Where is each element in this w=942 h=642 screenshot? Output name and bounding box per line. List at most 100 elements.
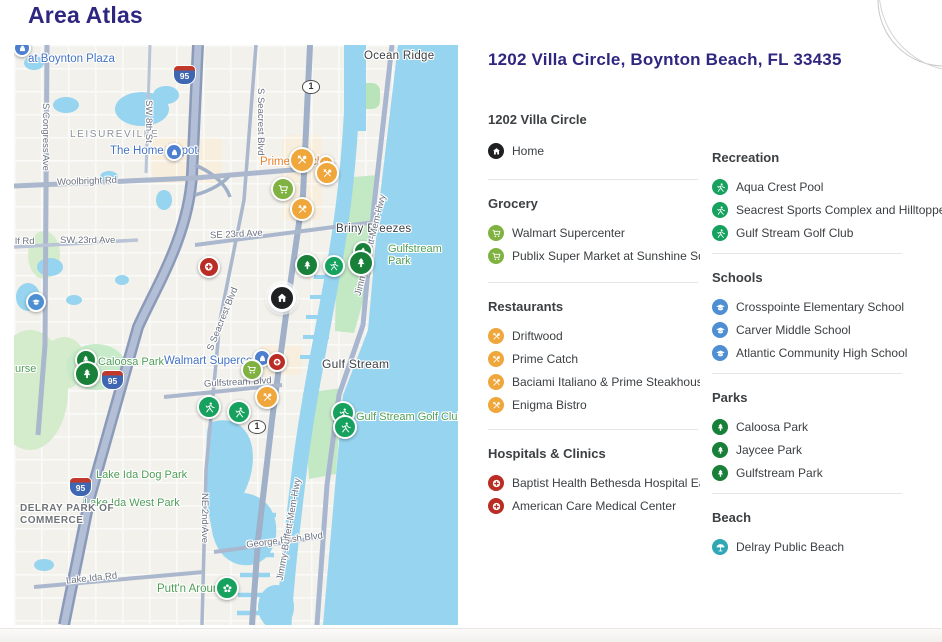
map-marker-home[interactable] — [268, 284, 296, 312]
map-label-s-seacrest-blvd: S Seacrest Blvd — [255, 88, 266, 156]
map-marker-recreation[interactable] — [323, 255, 345, 277]
legend-item-home[interactable]: Home — [488, 141, 700, 161]
section-title-hospitals: Hospitals & Clinics — [488, 446, 700, 461]
map-label-home-depot: The Home Depot — [110, 145, 198, 157]
map-marker-park[interactable] — [74, 361, 100, 387]
legend-item-restaurant[interactable]: Prime Catch — [488, 349, 700, 369]
legend-item-label: Enigma Bistro — [512, 398, 587, 412]
home-icon — [275, 291, 289, 305]
restaurant-icon — [488, 328, 504, 344]
map-label-s-congress-ave: S Congress Ave — [40, 103, 51, 171]
recreation-icon — [712, 179, 728, 195]
legend-item-school[interactable]: Crosspointe Elementary School — [712, 297, 942, 317]
recreation-icon — [233, 406, 246, 419]
golfer-icon — [339, 421, 352, 434]
legend-item-hospital[interactable]: Baptist Health Bethesda Hospital East — [488, 473, 700, 493]
grocery-icon — [488, 225, 504, 241]
legend-item-park[interactable]: Gulfstream Park — [712, 463, 942, 483]
flower-icon — [221, 582, 234, 595]
map-marker-restaurant[interactable] — [255, 385, 279, 409]
map-marker-park[interactable] — [348, 250, 374, 276]
map-marker-recreation[interactable] — [227, 400, 251, 424]
school-icon — [712, 299, 728, 315]
map-marker-golf[interactable] — [333, 415, 357, 439]
decorative-circles — [840, 0, 942, 96]
map-label-ocean-ridge: Ocean Ridge — [364, 50, 434, 62]
tree-icon — [354, 256, 368, 270]
park-icon — [712, 465, 728, 481]
legend-item-school[interactable]: Atlantic Community High School — [712, 343, 942, 363]
footer-strip — [0, 628, 942, 642]
park-icon — [712, 419, 728, 435]
map-label-ne-2nd-ave: NE 2nd Ave — [199, 493, 210, 543]
map-label-woolbright-rd: Woolbright Rd — [57, 175, 117, 188]
map-marker-home-depot[interactable] — [165, 143, 183, 161]
legend-item-label: Baptist Health Bethesda Hospital East — [512, 476, 700, 490]
legend-item-label: American Care Medical Center — [512, 499, 676, 513]
address-group-title: 1202 Villa Circle — [488, 112, 700, 127]
i95-shield: 95 — [174, 66, 195, 84]
map-label-course-partial: urse — [15, 363, 36, 375]
grocery-icon — [246, 364, 258, 376]
legend-item-label: Home — [512, 144, 544, 158]
legend-item-hospital[interactable]: American Care Medical Center — [488, 496, 700, 516]
map-label-gulfstream-park: Gulfstream Park — [388, 243, 450, 267]
tree-icon — [80, 367, 94, 381]
map-marker-park[interactable] — [295, 253, 319, 277]
legend-item-label: Walmart Supercenter — [512, 226, 625, 240]
legend-item-restaurant[interactable]: Enigma Bistro — [488, 395, 700, 415]
section-title-beach: Beach — [712, 510, 942, 525]
section-title-recreation: Recreation — [712, 150, 942, 165]
legend-item-grocery[interactable]: Walmart Supercenter — [488, 223, 700, 243]
us1-shield: 1 — [248, 420, 266, 434]
hospital-icon — [203, 261, 215, 273]
legend-item-recreation[interactable]: Aqua Crest Pool — [712, 177, 942, 197]
legend-item-label: Atlantic Community High School — [736, 346, 907, 360]
restaurant-icon — [488, 374, 504, 390]
map-label-sw-23rd-ave: SW 23rd Ave — [60, 235, 115, 246]
legend-item-label: Crosspointe Elementary School — [736, 300, 904, 314]
legend-item-label: Driftwood — [512, 329, 563, 343]
home-icon — [488, 143, 504, 159]
us1-shield: 1 — [302, 80, 320, 94]
map-marker-hospital[interactable] — [198, 256, 220, 278]
legend-item-restaurant[interactable]: Baciami Italiano & Prime Steakhouse — [488, 372, 700, 392]
divider — [488, 282, 698, 283]
grocery-icon — [488, 248, 504, 264]
map-label-lake-ida-dog-park: Lake Ida Dog Park — [96, 469, 187, 481]
map-marker-school[interactable] — [26, 292, 46, 312]
legend-item-school[interactable]: Carver Middle School — [712, 320, 942, 340]
map-marker-restaurant[interactable] — [315, 161, 339, 185]
legend-item-recreation[interactable]: Gulf Stream Golf Club — [712, 223, 942, 243]
legend-column-left: 1202 Villa Circle Home Grocery Walmart S… — [488, 112, 700, 516]
tree-icon — [301, 259, 314, 272]
legend-item-recreation[interactable]: Seacrest Sports Complex and Hilltopper — [712, 200, 942, 220]
restaurant-icon — [488, 397, 504, 413]
legend-item-label: Gulfstream Park — [736, 466, 823, 480]
section-title-grocery: Grocery — [488, 196, 700, 211]
restaurant-icon — [488, 351, 504, 367]
map-marker-restaurant[interactable] — [289, 147, 315, 173]
map-marker-restaurant[interactable] — [290, 197, 314, 221]
map-marker-mini-golf[interactable] — [215, 576, 239, 600]
legend-item-label: Delray Public Beach — [736, 540, 844, 554]
section-title-restaurants: Restaurants — [488, 299, 700, 314]
legend-item-label: Gulf Stream Golf Club — [736, 226, 853, 240]
restaurant-icon — [295, 153, 309, 167]
divider — [488, 179, 698, 180]
legend-item-label: Prime Catch — [512, 352, 578, 366]
map-marker-grocery[interactable] — [241, 359, 263, 381]
map-marker-hospital[interactable] — [267, 352, 287, 372]
i95-shield: 95 — [70, 478, 91, 496]
map-marker-recreation[interactable] — [197, 395, 221, 419]
legend-item-park[interactable]: Jaycee Park — [712, 440, 942, 460]
divider — [712, 493, 902, 494]
map-marker-grocery[interactable] — [271, 177, 295, 201]
legend-column-right: Recreation Aqua Crest Pool Seacrest Spor… — [712, 150, 942, 557]
area-map[interactable]: 95 95 95 1 1 at Boynton Plaza Ocean Ridg… — [14, 45, 458, 625]
legend-item-restaurant[interactable]: Driftwood — [488, 326, 700, 346]
legend-item-grocery[interactable]: Publix Super Market at Sunshine Square — [488, 246, 700, 266]
divider — [712, 253, 902, 254]
legend-item-beach[interactable]: Delray Public Beach — [712, 537, 942, 557]
legend-item-park[interactable]: Caloosa Park — [712, 417, 942, 437]
